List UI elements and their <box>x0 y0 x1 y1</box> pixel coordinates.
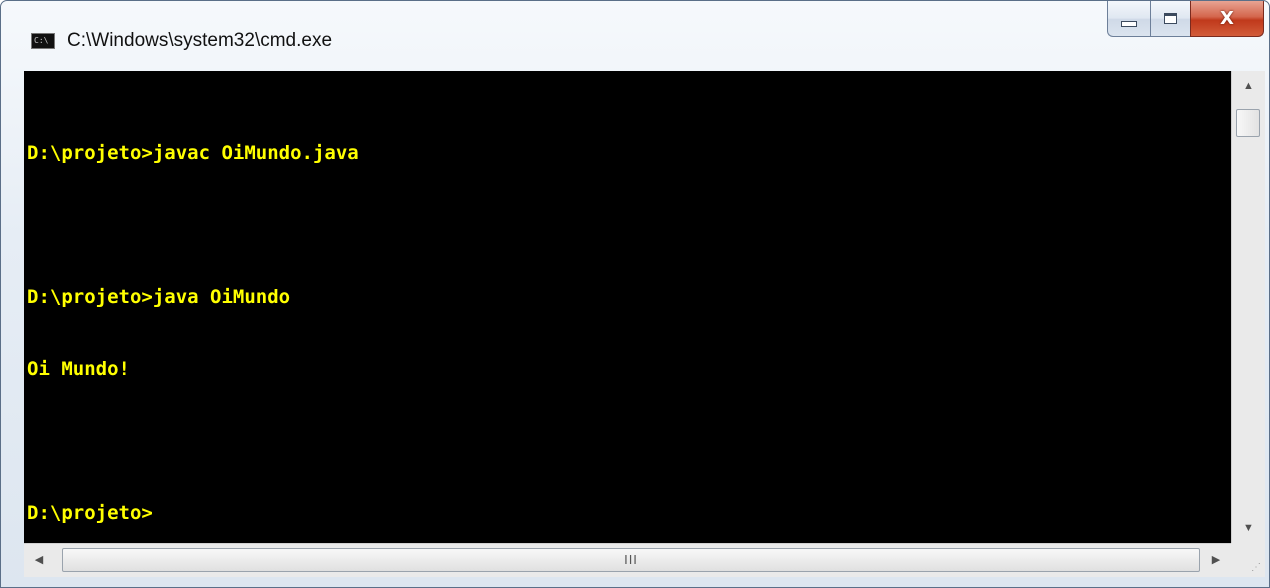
window-title: C:\Windows\system32\cmd.exe <box>67 30 333 51</box>
cmd-window: C:\ C:\Windows\system32\cmd.exe X D:\pro… <box>0 0 1270 588</box>
scroll-right-arrow-icon[interactable]: ▶ <box>1201 544 1231 577</box>
title-bar[interactable]: C:\ C:\Windows\system32\cmd.exe X <box>1 1 1269 71</box>
horizontal-scrollbar[interactable]: ◀ III ▶ <box>24 543 1231 577</box>
cmd-app-icon[interactable]: C:\ <box>31 33 55 49</box>
console-line: Oi Mundo! <box>27 358 130 380</box>
scroll-down-arrow-icon[interactable]: ▼ <box>1232 513 1265 543</box>
scroll-up-arrow-icon[interactable]: ▲ <box>1232 71 1265 101</box>
vertical-scrollbar[interactable]: ▲ ▼ <box>1231 71 1265 543</box>
console-line: D:\projeto>java OiMundo <box>27 286 291 308</box>
console-line: D:\projeto> <box>27 502 153 524</box>
horizontal-scroll-thumb[interactable]: III <box>62 548 1200 572</box>
close-button[interactable]: X <box>1190 1 1264 37</box>
maximize-icon <box>1164 13 1177 24</box>
caption-buttons: X <box>1107 1 1264 39</box>
console-text: D:\projeto>javac OiMundo.java D:\projeto… <box>27 93 359 543</box>
minimize-button[interactable] <box>1107 1 1150 37</box>
console-output[interactable]: D:\projeto>javac OiMundo.java D:\projeto… <box>24 71 1231 543</box>
close-icon: X <box>1220 8 1234 29</box>
resize-grip-icon[interactable]: ⋰ <box>1231 543 1265 577</box>
minimize-icon <box>1121 20 1137 27</box>
scroll-left-arrow-icon[interactable]: ◀ <box>24 544 54 577</box>
maximize-button[interactable] <box>1150 1 1190 37</box>
console-line: D:\projeto>javac OiMundo.java <box>27 142 359 164</box>
vertical-scroll-thumb[interactable] <box>1236 109 1260 137</box>
